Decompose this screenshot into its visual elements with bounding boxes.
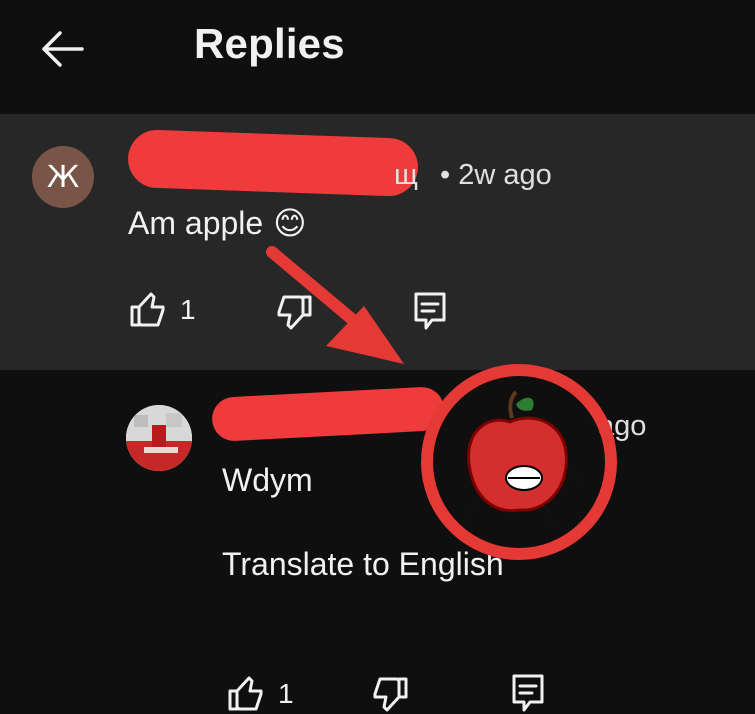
thumbs-up-icon xyxy=(130,292,165,327)
reply-button[interactable] xyxy=(508,672,548,714)
comment-text: Am apple 😊 xyxy=(128,204,307,242)
like-button[interactable]: 1 xyxy=(226,674,294,714)
avatar-image xyxy=(126,405,192,471)
reply-timestamp: ago xyxy=(598,410,647,442)
thumbs-up-icon xyxy=(228,676,263,711)
reply-comment: ago Wdym Translate to English 1 xyxy=(0,370,755,712)
thumbs-down-icon xyxy=(277,295,312,330)
reply-comment-icon xyxy=(414,292,446,330)
back-button[interactable] xyxy=(30,22,94,76)
translate-link[interactable]: Translate to English xyxy=(222,546,504,583)
smiling-emoji: 😊 xyxy=(273,204,307,242)
like-button[interactable]: 1 xyxy=(128,290,196,330)
comment-author-suffix[interactable]: щ xyxy=(394,159,418,192)
redacted-author-name xyxy=(211,385,445,443)
comment-timestamp: • 2w ago xyxy=(440,159,552,191)
page-title: Replies xyxy=(194,20,345,67)
dislike-button[interactable] xyxy=(370,674,410,714)
like-count: 1 xyxy=(278,678,294,709)
avatar-letter: Ж xyxy=(46,159,80,195)
comment-body: Am apple xyxy=(128,204,264,241)
redacted-author-name xyxy=(127,128,419,198)
thumbs-down-icon xyxy=(373,677,408,712)
dislike-button[interactable] xyxy=(274,292,314,332)
app-header: Replies xyxy=(0,0,755,112)
avatar[interactable]: Ж xyxy=(32,146,94,208)
reply-button[interactable] xyxy=(410,290,450,332)
avatar[interactable] xyxy=(126,405,192,471)
reply-comment-icon xyxy=(512,674,544,712)
reply-body: Wdym xyxy=(222,462,313,498)
back-arrow-icon xyxy=(42,31,84,67)
like-count: 1 xyxy=(180,294,196,325)
parent-comment: Ж щ • 2w ago Am apple 😊 1 xyxy=(0,114,755,370)
